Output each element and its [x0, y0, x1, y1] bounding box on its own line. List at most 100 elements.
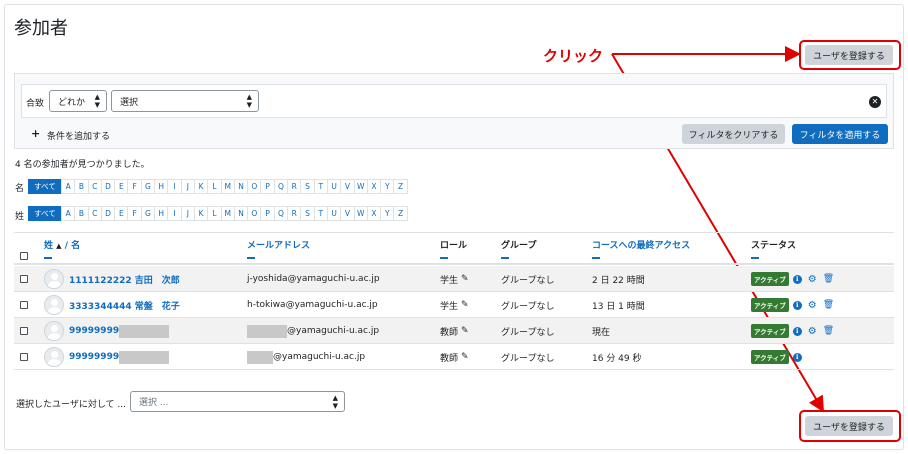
firstname-initial[interactable]: G — [140, 179, 156, 194]
remove-condition-icon[interactable]: ✕ — [869, 96, 881, 108]
firstname-initial[interactable]: R — [287, 179, 302, 194]
bulk-action-select[interactable]: 選択 ... ▲ ▼ — [130, 391, 345, 412]
gear-icon[interactable]: ⚙ — [808, 326, 817, 337]
add-condition-link[interactable]: 条件を追加する — [47, 129, 110, 142]
user-fullname[interactable]: 99999999 — [69, 326, 119, 336]
sort-email-header[interactable]: メールアドレス — [247, 238, 310, 259]
user-fullname-link[interactable]: 1111122222 吉田 次郎 — [44, 266, 180, 292]
lastname-initial[interactable]: H — [154, 206, 169, 221]
lastname-header[interactable]: 姓 — [44, 241, 53, 251]
firstname-initial[interactable]: J — [180, 179, 195, 194]
firstname-initial[interactable]: S — [300, 179, 315, 194]
lastname-initial[interactable]: I — [167, 206, 182, 221]
edit-pencil-icon[interactable]: ✎ — [461, 300, 469, 310]
firstname-initial[interactable]: V — [340, 179, 355, 194]
lastname-initial[interactable]: D — [100, 206, 116, 221]
firstname-initial[interactable]: E — [114, 179, 129, 194]
info-icon[interactable]: i — [792, 300, 802, 310]
row-checkbox[interactable] — [20, 275, 28, 283]
firstname-initial[interactable]: Q — [273, 179, 289, 194]
lastname-initial-all[interactable]: すべて — [28, 206, 62, 221]
firstname-initial[interactable]: P — [260, 179, 275, 194]
lastname-initial[interactable]: K — [193, 206, 209, 221]
firstname-initial[interactable]: O — [247, 179, 262, 194]
edit-pencil-icon[interactable]: ✎ — [461, 326, 469, 336]
sort-lastname-header[interactable]: 姓 ▲ / 名 — [44, 238, 80, 259]
firstname-initial[interactable]: U — [326, 179, 342, 194]
firstname-initial-all[interactable]: すべて — [28, 179, 62, 194]
lastname-initial[interactable]: R — [287, 206, 302, 221]
lastname-initial[interactable]: Q — [273, 206, 289, 221]
lastname-initial[interactable]: Y — [380, 206, 395, 221]
select-all-checkbox[interactable] — [20, 252, 28, 260]
row-checkbox[interactable] — [20, 327, 28, 335]
match-select[interactable]: どれか ▲ ▼ — [49, 90, 107, 112]
filter-type-select[interactable]: 選択 ▲ ▼ — [111, 90, 259, 112]
lastname-initial[interactable]: S — [300, 206, 315, 221]
collapse-column-icon[interactable] — [247, 257, 255, 259]
collapse-column-icon[interactable] — [592, 257, 600, 259]
user-fullname-link[interactable]: 99999999 — [44, 344, 170, 370]
lastname-initial[interactable]: V — [340, 206, 355, 221]
edit-pencil-icon[interactable]: ✎ — [461, 352, 469, 362]
lastname-initial[interactable]: J — [180, 206, 195, 221]
collapse-column-icon[interactable] — [440, 257, 448, 259]
apply-filters-button[interactable]: フィルタを適用する — [792, 124, 888, 144]
lastname-initial[interactable]: C — [87, 206, 102, 221]
lastname-initial[interactable]: P — [260, 206, 275, 221]
firstname-initial[interactable]: F — [127, 179, 142, 194]
lastname-initial[interactable]: B — [74, 206, 89, 221]
lastname-initial[interactable]: L — [207, 206, 222, 221]
enrol-users-button-bottom[interactable]: ユーザを登録する — [805, 416, 893, 436]
lastname-initial[interactable]: U — [326, 206, 342, 221]
trash-icon[interactable]: 🗑 — [823, 300, 834, 310]
firstname-header[interactable]: / 名 — [65, 241, 80, 251]
lastname-initial[interactable]: E — [114, 206, 129, 221]
trash-icon[interactable]: 🗑 — [823, 274, 834, 284]
firstname-initial[interactable]: L — [207, 179, 222, 194]
lastname-initial[interactable]: G — [140, 206, 156, 221]
info-icon[interactable]: i — [792, 326, 802, 336]
firstname-initial[interactable]: I — [167, 179, 182, 194]
email-header[interactable]: メールアドレス — [247, 241, 310, 251]
firstname-initial[interactable]: N — [233, 179, 249, 194]
lastaccess-header-label[interactable]: コースへの最終アクセス — [592, 241, 690, 251]
lastname-initial[interactable]: F — [127, 206, 142, 221]
lastname-initial[interactable]: O — [247, 206, 262, 221]
firstname-initial[interactable]: D — [100, 179, 116, 194]
firstname-initial[interactable]: C — [87, 179, 102, 194]
firstname-initial[interactable]: T — [313, 179, 328, 194]
lastname-initial[interactable]: T — [313, 206, 328, 221]
firstname-initial[interactable]: W — [353, 179, 368, 194]
firstname-initial[interactable]: K — [193, 179, 209, 194]
firstname-initial[interactable]: M — [220, 179, 235, 194]
firstname-initial[interactable]: Z — [393, 179, 408, 194]
trash-icon[interactable]: 🗑 — [823, 326, 834, 336]
firstname-initial[interactable]: Y — [380, 179, 395, 194]
row-checkbox[interactable] — [20, 353, 28, 361]
collapse-column-icon[interactable] — [501, 257, 509, 259]
user-fullname[interactable]: 3333344444 常盤 花子 — [69, 299, 180, 312]
user-fullname[interactable]: 1111122222 吉田 次郎 — [69, 273, 180, 286]
user-fullname-link[interactable]: 99999999 — [44, 318, 170, 344]
collapse-column-icon[interactable] — [751, 257, 759, 259]
firstname-initial[interactable]: H — [154, 179, 169, 194]
lastname-initial[interactable]: Z — [393, 206, 408, 221]
edit-pencil-icon[interactable]: ✎ — [461, 274, 469, 284]
lastname-initial[interactable]: M — [220, 206, 235, 221]
firstname-initial[interactable]: B — [74, 179, 89, 194]
lastname-initial[interactable]: N — [233, 206, 249, 221]
info-icon[interactable]: i — [792, 274, 802, 284]
clear-filters-button[interactable]: フィルタをクリアする — [682, 124, 785, 144]
user-fullname[interactable]: 99999999 — [69, 352, 119, 362]
firstname-initial[interactable]: X — [366, 179, 382, 194]
collapse-column-icon[interactable] — [44, 257, 52, 259]
gear-icon[interactable]: ⚙ — [808, 274, 817, 285]
lastname-initial[interactable]: X — [366, 206, 382, 221]
row-checkbox[interactable] — [20, 301, 28, 309]
lastname-initial[interactable]: A — [61, 206, 76, 221]
user-fullname-link[interactable]: 3333344444 常盤 花子 — [44, 292, 180, 318]
sort-lastaccess-header[interactable]: コースへの最終アクセス — [592, 238, 690, 259]
info-icon[interactable]: i — [792, 352, 802, 362]
firstname-initial[interactable]: A — [61, 179, 76, 194]
